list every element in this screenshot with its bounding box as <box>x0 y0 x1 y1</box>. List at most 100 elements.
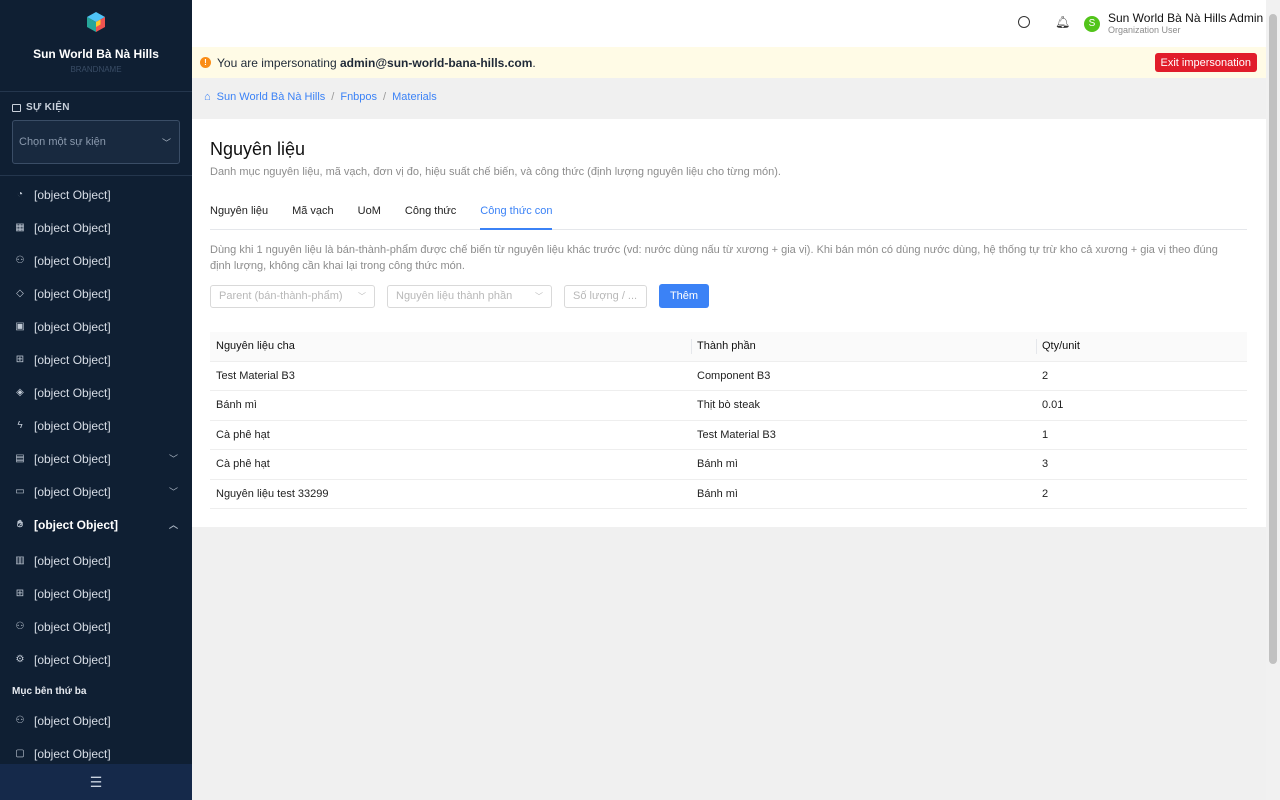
sidebar-item-nguoi-dung[interactable]: ⚇ [object Object] <box>0 610 192 643</box>
sidebar-item-label: [object Object] <box>34 385 111 400</box>
exit-impersonation-button[interactable]: Exit impersonation <box>1154 53 1257 72</box>
tab-uom[interactable]: UoM <box>358 205 381 230</box>
breadcrumb-item-materials[interactable]: Materials <box>392 91 437 103</box>
page-scrollbar[interactable] <box>1266 0 1280 800</box>
brand-sub: BRANDNAME <box>70 65 122 74</box>
subrecipe-table: Nguyên liệu cha Thành phần Qty/unit Test… <box>210 332 1247 509</box>
sidebar-item-label: [object Object] <box>34 220 111 235</box>
fnb-icon: ✋︎ <box>17 519 23 530</box>
brand: Sun World Bà Nà Hills BRANDNAME <box>0 0 192 92</box>
component-select-placeholder: Nguyên liệu thành phần <box>396 290 513 302</box>
sidebar-item-cai-dat[interactable]: ⚙︎ [object Object] <box>0 643 192 676</box>
cell-parent: Bánh mì <box>210 390 691 421</box>
sidebar-item-cong-no-lien-don-vi[interactable]: ▤ [object Object] ﹀ <box>0 442 192 475</box>
calendar-icon <box>12 103 21 112</box>
bell-icon[interactable]: 🔔︎ <box>1055 15 1070 29</box>
home-icon[interactable]: ⌂ <box>204 91 211 103</box>
sidebar-item-bang-dieu-khien[interactable]: ◔ [object Object] <box>0 178 192 211</box>
debt-icon: ▤ <box>15 453 25 464</box>
help-text: Dùng khi 1 nguyên liệu là bán-thành-phẩm… <box>210 244 1218 272</box>
sidebar-item-cms[interactable]: ▭ [object Object] ﹀ <box>0 475 192 508</box>
cell-component: Bánh mì <box>691 449 1036 480</box>
logo-icon <box>87 12 105 32</box>
supplier-icon: ⚇ <box>15 715 25 726</box>
sidebar-item-label: [object Object] <box>34 286 111 301</box>
user-name[interactable]: Sun World Bà Nà Hills Admin <box>1108 11 1263 25</box>
cell-component: Thịt bò steak <box>691 390 1036 421</box>
sidebar-item-label: [object Object] <box>34 451 111 466</box>
col-component-header: Thành phần <box>691 332 1036 362</box>
tabs: Nguyên liệu Mã vạch UoM Công thức Công t… <box>210 205 1247 230</box>
parent-select-placeholder: Parent (bán-thành-phẩm) <box>219 290 343 302</box>
scrollbar-thumb[interactable] <box>1269 14 1277 664</box>
breadcrumb-item-fnbpos[interactable]: Fnbpos <box>340 91 377 103</box>
chevron-down-icon: ﹀ <box>168 487 178 497</box>
event-select[interactable]: Chọn một sự kiện ﹀ <box>12 120 180 164</box>
cell-qty: 1 <box>1036 420 1247 450</box>
sidebar-item-so-do-cho-ngoi[interactable]: ▥ [object Object] <box>0 544 192 577</box>
third-party-section-header: Mục bên thứ ba <box>12 686 87 697</box>
seat-map-icon: ▥ <box>15 555 25 566</box>
sidebar-item-label: [object Object] <box>34 713 111 728</box>
add-button[interactable]: Thêm <box>659 284 709 308</box>
component-select[interactable]: Nguyên liệu thành phần ﹀ <box>387 284 552 308</box>
cell-qty: 2 <box>1036 479 1247 509</box>
sidebar-item-label: [object Object] <box>34 187 111 202</box>
sidebar-item-label: [object Object] <box>34 746 111 761</box>
main-content: Nguyên liệu Danh mục nguyên liệu, mã vạc… <box>192 119 1266 527</box>
payment-icon: ▣ <box>15 321 25 332</box>
user-role: Organization User <box>1108 25 1181 35</box>
settings-icon: ⚙︎ <box>15 654 25 665</box>
chevron-down-icon: ﹀ <box>161 137 171 148</box>
table-row: Bánh mì Thịt bò steak 0.01 <box>210 390 1247 421</box>
banner-text-suffix: . <box>532 55 536 70</box>
sidebar-item-f-b-pos[interactable]: ✋︎ [object Object] ︿ <box>0 508 192 541</box>
breadcrumb-item-org[interactable]: Sun World Bà Nà Hills <box>217 91 326 103</box>
sidebar-item-label: [object Object] <box>34 619 111 634</box>
breadcrumb: ⌂ Sun World Bà Nà Hills / Fnbpos / Mater… <box>204 91 437 103</box>
collapse-sidebar-button[interactable]: ☰ <box>0 764 192 800</box>
sidebar-item-khach-hang[interactable]: ⚇ [object Object] <box>0 244 192 277</box>
impersonation-banner: ! You are impersonating admin@sun-world-… <box>192 47 1266 78</box>
add-subrecipe-form: Parent (bán-thành-phẩm) ﹀ Nguyên liệu th… <box>210 284 709 308</box>
sidebar-item-quan-ly-su-kien[interactable]: ▦ [object Object] <box>0 211 192 244</box>
parent-select[interactable]: Parent (bán-thành-phẩm) ﹀ <box>210 284 375 308</box>
tab-cong-thuc-con[interactable]: Công thức con <box>480 205 553 230</box>
globe-icon[interactable] <box>1018 16 1030 28</box>
sidebar-item-tag[interactable]: ◇ [object Object] <box>0 277 192 310</box>
sidebar-item-the-qua-tang[interactable]: ⊞ [object Object] <box>0 343 192 376</box>
cell-component: Test Material B3 <box>691 420 1036 450</box>
col-qty-header: Qty/unit <box>1036 332 1247 362</box>
banner-text-prefix: You are impersonating <box>217 55 340 70</box>
sidebar-item-label: [object Object] <box>34 517 119 532</box>
sidebar-item-don-nhom[interactable]: ⊞ [object Object] <box>0 577 192 610</box>
sidebar-item-label: [object Object] <box>34 553 111 568</box>
sidebar-item-label: [object Object] <box>34 253 111 268</box>
cell-component: Bánh mì <box>691 479 1036 509</box>
gift-icon: ⊞ <box>15 354 25 365</box>
cell-parent: Test Material B3 <box>210 361 691 391</box>
avatar[interactable]: S <box>1084 16 1100 32</box>
cell-parent: Nguyên liệu test 33299 <box>210 479 691 509</box>
page-title: Nguyên liệu <box>210 139 306 159</box>
event-section: SỰ KIỆN Chọn một sự kiện ﹀ <box>0 92 192 176</box>
event-section-header: SỰ KIỆN <box>12 102 180 113</box>
tab-nguyen-lieu[interactable]: Nguyên liệu <box>210 205 268 230</box>
event-section-label: SỰ KIỆN <box>26 102 70 113</box>
cell-qty: 2 <box>1036 361 1247 391</box>
user-icon: ⚇ <box>15 255 25 266</box>
sidebar-item-thanh-toan[interactable]: ▣ [object Object] <box>0 310 192 343</box>
sidebar-item-khuyen-mai[interactable]: ϟ [object Object] <box>0 409 192 442</box>
tab-cong-thuc[interactable]: Công thức <box>405 205 456 230</box>
chevron-down-icon: ﹀ <box>168 454 178 464</box>
people-icon: ⚇ <box>15 621 25 632</box>
banner-email: admin@sun-world-bana-hills.com <box>339 55 533 70</box>
chevron-down-icon: ﹀ <box>358 291 366 301</box>
tag-icon: ◇ <box>16 288 24 299</box>
sidebar-item-nha-cung-cap[interactable]: ⚇ [object Object] <box>0 704 192 737</box>
group-order-icon: ⊞ <box>15 588 25 599</box>
tab-ma-vach[interactable]: Mã vạch <box>292 205 334 230</box>
table-header-row: Nguyên liệu cha Thành phần Qty/unit <box>210 332 1247 362</box>
sidebar-item-phieu-giam-gia[interactable]: ◈ [object Object] <box>0 376 192 409</box>
quantity-input[interactable] <box>564 284 647 308</box>
